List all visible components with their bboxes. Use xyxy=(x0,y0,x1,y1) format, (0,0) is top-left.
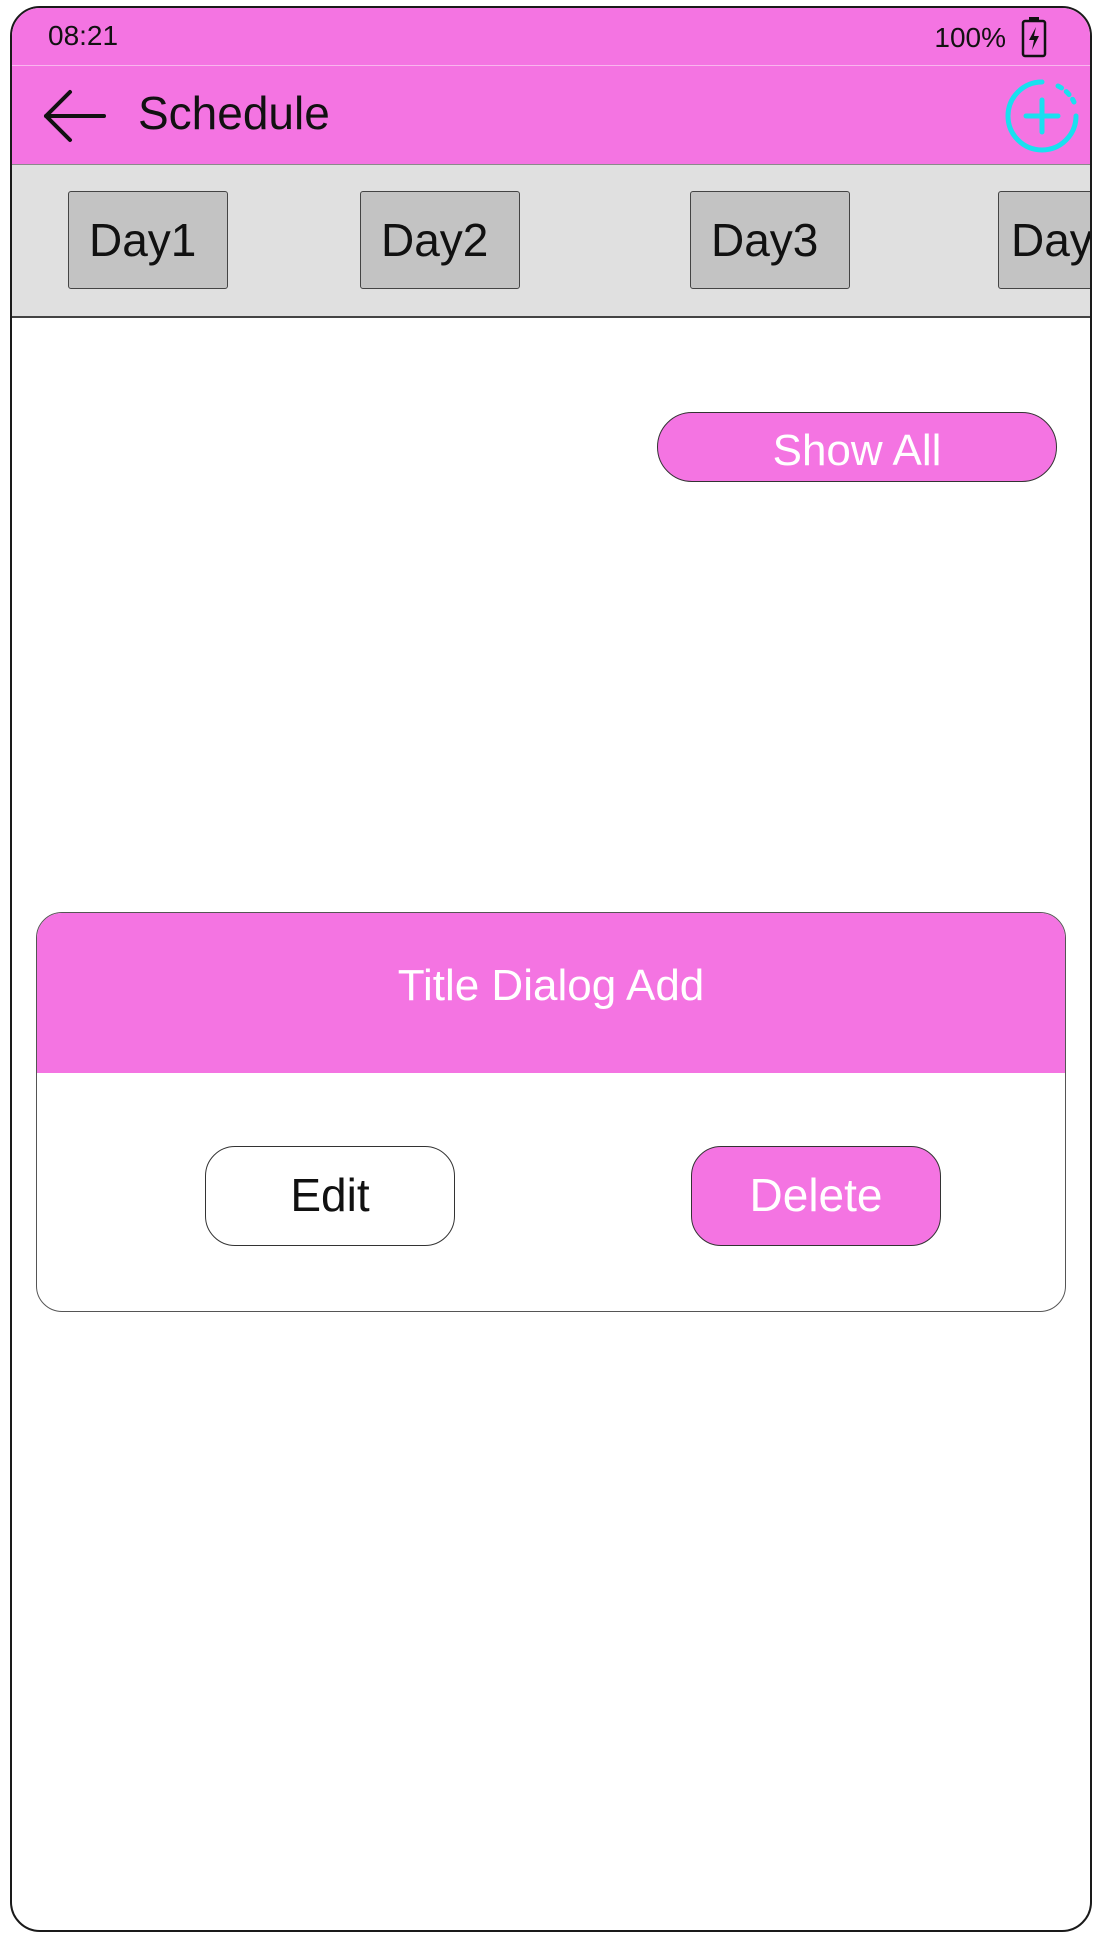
action-dialog: Title Dialog Add Edit Delete xyxy=(36,912,1066,1312)
battery-percentage: 100% xyxy=(934,22,1006,53)
edit-button[interactable]: Edit xyxy=(205,1146,455,1246)
status-bar: 08:21 100% xyxy=(12,8,1090,66)
show-all-button[interactable]: Show All xyxy=(657,412,1057,482)
tab-day3[interactable]: Day3 xyxy=(690,191,850,289)
tab-day1[interactable]: Day1 xyxy=(68,191,228,289)
dialog-header: Title Dialog Add xyxy=(37,913,1065,1073)
add-circle-icon[interactable] xyxy=(1004,78,1080,154)
arrow-left-icon[interactable] xyxy=(40,86,110,146)
phone-frame: 08:21 100% Schedule Day1 Day2 Day3 Day S… xyxy=(10,6,1092,1932)
day-tab-bar: Day1 Day2 Day3 Day xyxy=(12,165,1090,318)
tab-day4[interactable]: Day xyxy=(998,191,1090,289)
dialog-title: Title Dialog Add xyxy=(397,961,705,1010)
tab-day2[interactable]: Day2 xyxy=(360,191,520,289)
delete-button[interactable]: Delete xyxy=(691,1146,941,1246)
status-time: 08:21 xyxy=(48,20,119,51)
battery-charging-icon xyxy=(1021,17,1047,58)
app-bar: Schedule xyxy=(12,66,1090,165)
page-title: Schedule xyxy=(138,87,330,139)
